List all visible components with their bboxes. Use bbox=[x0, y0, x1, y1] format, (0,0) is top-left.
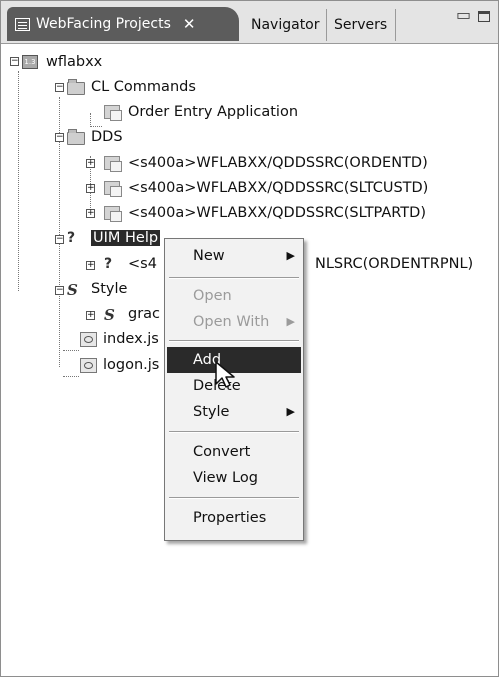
source-member-icon bbox=[104, 180, 122, 197]
menu-item-label: New bbox=[193, 248, 225, 264]
style-folder-icon: S bbox=[67, 281, 78, 299]
menu-separator bbox=[169, 431, 299, 433]
tree-node-label: UIM Help bbox=[91, 230, 161, 246]
maximize-icon[interactable] bbox=[478, 11, 490, 22]
expand-toggle[interactable]: + bbox=[86, 159, 95, 168]
style-item-icon: S bbox=[104, 306, 115, 324]
expand-toggle[interactable]: + bbox=[86, 311, 95, 320]
menu-item-view-log[interactable]: View Log bbox=[167, 465, 301, 491]
mouse-pointer-icon bbox=[215, 361, 235, 388]
minimize-icon[interactable]: ▭ bbox=[456, 5, 471, 24]
menu-item-label: Open bbox=[193, 288, 232, 304]
collapse-toggle[interactable]: − bbox=[55, 235, 64, 244]
menu-item-open-with: Open With ▶ bbox=[167, 309, 301, 335]
collapse-toggle[interactable]: − bbox=[55, 133, 64, 142]
tree-node-label: DDS bbox=[91, 129, 123, 145]
tree-node-label: Style bbox=[91, 281, 128, 297]
menu-item-label: Open With bbox=[193, 314, 270, 330]
submenu-arrow-icon: ▶ bbox=[286, 249, 295, 262]
webfacing-projects-view: WebFacing Projects ✕ Navigator Servers ▭… bbox=[0, 0, 499, 677]
tree-line bbox=[18, 71, 19, 291]
collapse-toggle[interactable]: − bbox=[55, 83, 64, 92]
tree-node-index-file[interactable]: index.js bbox=[79, 329, 159, 349]
submenu-arrow-icon: ▶ bbox=[286, 315, 295, 328]
tree-node-uim-source-tail: NLSRC(ORDENTRPNL) bbox=[315, 254, 473, 274]
tab-navigator[interactable]: Navigator bbox=[245, 9, 327, 41]
menu-item-label: Properties bbox=[193, 510, 267, 526]
folder-icon bbox=[67, 129, 85, 145]
collapse-toggle[interactable]: − bbox=[55, 286, 64, 295]
tree-node-style[interactable]: S Style bbox=[67, 279, 127, 299]
expand-toggle[interactable]: + bbox=[86, 209, 95, 218]
menu-separator bbox=[169, 277, 299, 279]
tree-node-uim-help[interactable]: ? UIM Help bbox=[67, 228, 161, 248]
tree-node-dds[interactable]: DDS bbox=[67, 127, 123, 147]
menu-item-style[interactable]: Style ▶ bbox=[167, 399, 301, 425]
cl-command-icon bbox=[104, 104, 122, 121]
tree-node-label-start: <s4 bbox=[128, 256, 157, 272]
folder-icon bbox=[67, 79, 85, 95]
tree-node-order-entry[interactable]: Order Entry Application bbox=[104, 102, 298, 122]
tree-line bbox=[90, 113, 91, 127]
help-member-icon: ? bbox=[104, 256, 113, 272]
jsp-file-icon bbox=[79, 331, 97, 347]
tree-node-label: logon.js bbox=[103, 357, 160, 373]
tree-node-label: <s400a>WFLABXX/QDDSSRC(SLTPARTD) bbox=[128, 205, 426, 221]
menu-separator bbox=[169, 497, 299, 499]
menu-item-convert[interactable]: Convert bbox=[167, 439, 301, 465]
tree-node-logon-file[interactable]: logon.js bbox=[79, 355, 159, 375]
tree-node-label: CL Commands bbox=[91, 79, 196, 95]
tree-node-dds-source[interactable]: <s400a>WFLABXX/QDDSSRC(ORDENTD) bbox=[104, 153, 428, 173]
tree-node-uim-source[interactable]: ? <s4 bbox=[104, 254, 157, 274]
tab-servers[interactable]: Servers bbox=[328, 9, 396, 41]
close-icon[interactable]: ✕ bbox=[183, 15, 196, 33]
expand-toggle[interactable]: + bbox=[86, 184, 95, 193]
tree-line bbox=[63, 376, 79, 377]
tree-node-label: wflabxx bbox=[46, 54, 103, 70]
source-member-icon bbox=[104, 155, 122, 172]
tab-webfacing-projects-label: WebFacing Projects bbox=[36, 16, 171, 32]
tree-line bbox=[63, 350, 79, 351]
tree-node-label: <s400a>WFLABXX/QDDSSRC(ORDENTD) bbox=[128, 155, 428, 171]
help-folder-icon: ? bbox=[67, 230, 76, 246]
tree-node-label: <s400a>WFLABXX/QDDSSRC(SLTCUSTD) bbox=[128, 180, 429, 196]
view-list-icon bbox=[15, 17, 30, 31]
menu-item-open: Open bbox=[167, 283, 301, 309]
tree-node-dds-source[interactable]: <s400a>WFLABXX/QDDSSRC(SLTCUSTD) bbox=[104, 178, 428, 198]
menu-item-label: Style bbox=[193, 404, 230, 420]
menu-separator bbox=[169, 340, 299, 342]
tree-node-label: Order Entry Application bbox=[128, 104, 299, 120]
tree-node-dds-source[interactable]: <s400a>WFLABXX/QDDSSRC(SLTPARTD) bbox=[104, 203, 426, 223]
tree-node-style-item[interactable]: S grac bbox=[104, 304, 160, 324]
tree-node-label-end: NLSRC(ORDENTRPNL) bbox=[315, 256, 474, 272]
jsp-file-icon bbox=[79, 357, 97, 373]
view-tab-bar: WebFacing Projects ✕ Navigator Servers ▭ bbox=[1, 1, 498, 44]
menu-item-label: Convert bbox=[193, 444, 251, 460]
menu-item-new[interactable]: New ▶ bbox=[167, 243, 301, 269]
tab-webfacing-projects[interactable]: WebFacing Projects ✕ bbox=[7, 7, 239, 41]
expand-toggle[interactable]: + bbox=[86, 261, 95, 270]
source-member-icon bbox=[104, 205, 122, 222]
submenu-arrow-icon: ▶ bbox=[286, 405, 295, 418]
collapse-toggle[interactable]: − bbox=[10, 57, 19, 66]
tree-node-label: grac bbox=[128, 306, 161, 322]
menu-item-label: View Log bbox=[193, 470, 258, 486]
project-icon bbox=[22, 54, 40, 70]
menu-item-properties[interactable]: Properties bbox=[167, 505, 301, 531]
tree-node-label: index.js bbox=[103, 331, 159, 347]
tree-node-cl-commands[interactable]: CL Commands bbox=[67, 77, 196, 97]
tree-node-project[interactable]: wflabxx bbox=[22, 52, 102, 72]
